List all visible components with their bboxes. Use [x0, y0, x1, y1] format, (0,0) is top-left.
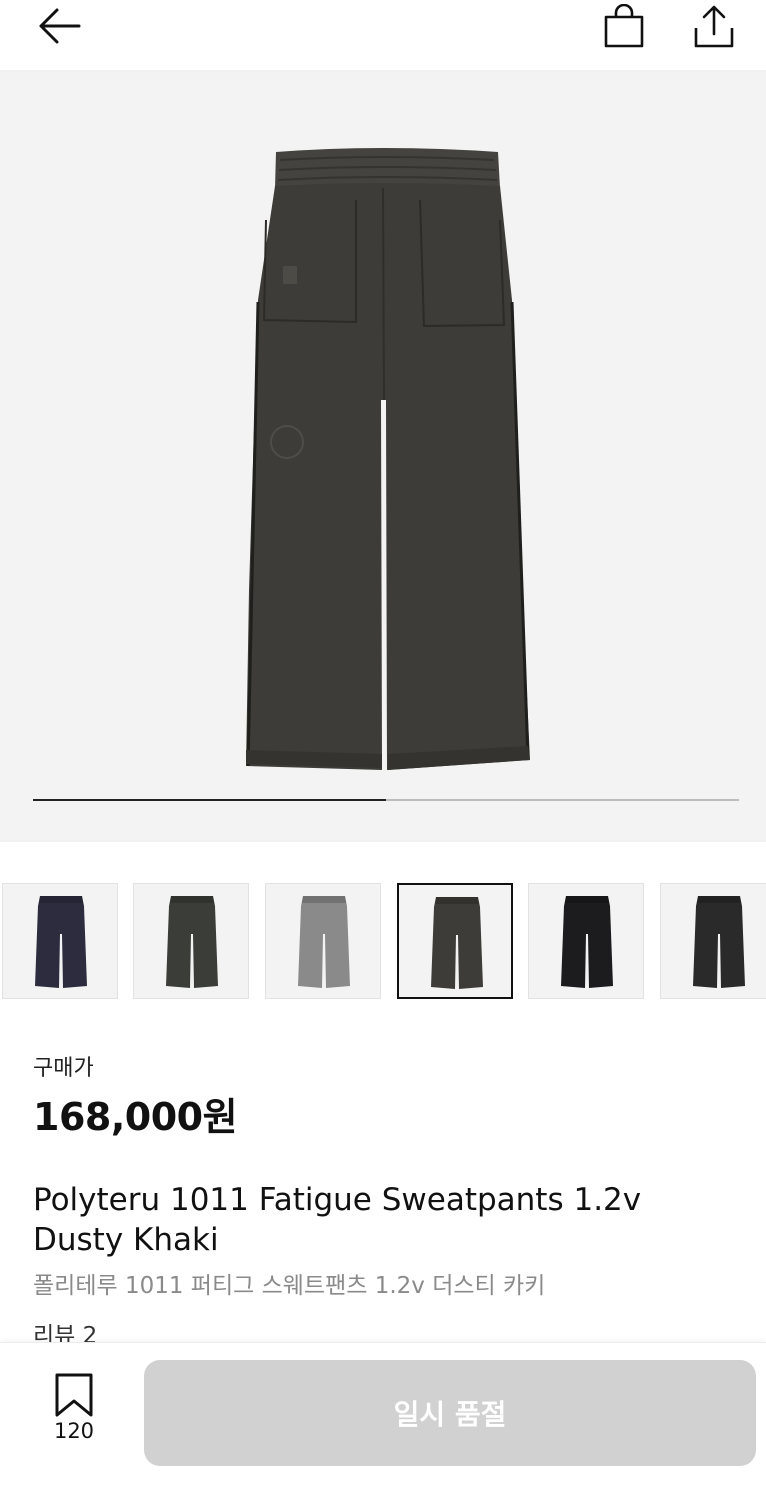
thumbnail-item[interactable]	[265, 883, 381, 999]
thumbnail-pants-image	[431, 897, 483, 989]
price-label: 구매가	[33, 1056, 94, 1081]
cart-button[interactable]	[598, 0, 650, 52]
thumbnail-strip	[0, 883, 766, 999]
thumbnail-pants-image	[298, 896, 350, 988]
back-button[interactable]	[30, 0, 86, 52]
gallery-progress-indicator	[33, 799, 386, 801]
share-icon	[694, 5, 734, 48]
shopping-bag-icon	[604, 4, 644, 48]
thumbnail-item[interactable]	[660, 883, 766, 999]
thumbnail-item[interactable]	[528, 883, 644, 999]
gallery-progress-bar	[33, 799, 739, 801]
thumbnail-pants-image	[166, 896, 218, 988]
thumbnail-item[interactable]	[397, 883, 513, 999]
bottom-action-bar: 120 일시 품절	[0, 1342, 766, 1500]
arrow-left-icon	[39, 8, 81, 44]
product-main-image	[246, 148, 530, 770]
thumbnail-item[interactable]	[2, 883, 118, 999]
product-image-gallery[interactable]	[0, 70, 766, 842]
thumbnail-item[interactable]	[133, 883, 249, 999]
share-button[interactable]	[688, 0, 740, 52]
bookmark-button[interactable]: 120	[34, 1373, 114, 1453]
soldout-button[interactable]: 일시 품절	[144, 1360, 756, 1466]
thumbnail-pants-image	[35, 896, 87, 988]
top-bar	[0, 0, 766, 70]
thumbnail-pants-image	[693, 896, 745, 988]
bookmark-icon	[55, 1373, 93, 1417]
product-name-korean: 폴리테루 1011 퍼티그 스웨트팬츠 1.2v 더스티 카키	[33, 1273, 546, 1299]
product-price: 168,000원	[33, 1095, 238, 1139]
product-name-english: Polyteru 1011 Fatigue Sweatpants 1.2v Du…	[33, 1182, 642, 1258]
bookmark-count: 120	[53, 1419, 95, 1443]
thumbnail-pants-image	[561, 896, 613, 988]
